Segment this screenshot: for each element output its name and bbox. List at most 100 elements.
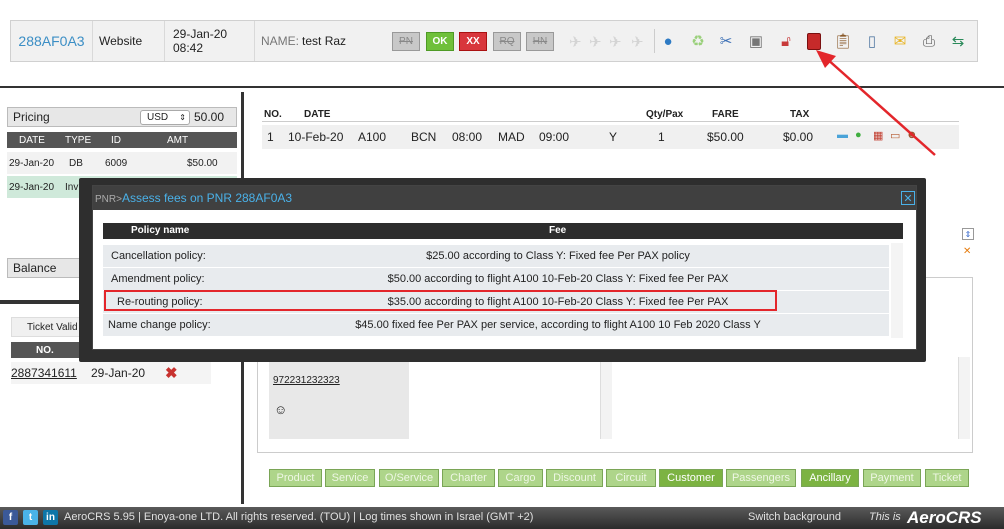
tab-service[interactable]: Service: [325, 469, 375, 487]
contact-card: 972231232323 ☺: [269, 357, 409, 439]
switch-background-link[interactable]: Switch background: [748, 511, 841, 523]
policy-fee: $50.00 according to flight A100 10-Feb-2…: [387, 273, 729, 285]
tab-circuit[interactable]: Circuit: [606, 469, 656, 487]
col-id: ID: [111, 134, 121, 146]
pnr-name: NAME: test Raz: [255, 21, 395, 61]
pnr-datetime: 29-Jan-20 08:42: [165, 21, 255, 61]
tab-cargo[interactable]: Cargo: [498, 469, 543, 487]
status-ok-button[interactable]: OK: [426, 32, 454, 51]
brand-logo: AeroCRS: [907, 508, 982, 527]
policy-fee: $45.00 fixed fee Per PAX per service, ac…: [355, 319, 761, 331]
ticket-date: 29-Jan-20: [91, 366, 146, 380]
col-tax: TAX: [790, 109, 810, 120]
status-rq-button[interactable]: RQ: [493, 32, 521, 51]
row-date: 29-Jan-20: [9, 157, 55, 169]
highlight-annotation: [104, 290, 777, 311]
row-id: 6009: [105, 157, 128, 169]
phone-number-link[interactable]: 972231232323: [273, 375, 340, 386]
agent-icon[interactable]: ☺: [274, 402, 287, 417]
toolbar-divider: [654, 29, 655, 53]
plane-icon[interactable]: ✈: [589, 33, 602, 51]
seg-class: Y: [609, 130, 618, 144]
seg-from: BCN: [411, 130, 437, 144]
currency-select[interactable]: USD ⇕: [140, 110, 190, 125]
policy-name: Amendment policy:: [111, 273, 205, 285]
tab-charter[interactable]: Charter: [442, 469, 495, 487]
pnr-source: Website: [93, 21, 165, 61]
red-arrow-annotation: [816, 50, 936, 156]
footer-text: AeroCRS 5.95 | Enoya-one LTD. All rights…: [64, 511, 534, 523]
pnr-code[interactable]: 288AF0A3: [11, 21, 93, 61]
plane-icon[interactable]: ✈: [569, 33, 582, 51]
this-is-text: This is: [869, 511, 901, 523]
ticket-number-link[interactable]: 2887341611: [11, 366, 77, 380]
tab-discount[interactable]: Discount: [546, 469, 603, 487]
close-icon[interactable]: ✕: [901, 191, 915, 205]
col-type: TYPE: [65, 134, 92, 146]
modal-title-bar: PNR>Assess fees on PNR 288AF0A3 ✕: [93, 186, 916, 210]
tab-passengers[interactable]: Passengers: [726, 469, 796, 487]
modal-title-text: Assess fees on PNR 288AF0A3: [121, 191, 293, 205]
notepad-icon[interactable]: ▣: [745, 30, 767, 52]
modal-title: PNR>Assess fees on PNR 288AF0A3: [95, 191, 292, 205]
col-fee: Fee: [549, 225, 567, 236]
seg-qty: 1: [658, 130, 665, 144]
seg-no: 1: [267, 130, 274, 144]
globe-icon[interactable]: ●: [657, 30, 679, 52]
unlock-icon[interactable]: 🔓︎: [775, 30, 797, 52]
pricing-amount: 50.00: [194, 110, 225, 124]
seg-fare: $50.00: [707, 130, 744, 144]
close-x-icon[interactable]: ✕: [963, 246, 971, 257]
status-hn-button[interactable]: HN: [526, 32, 554, 51]
pricing-table-header: DATE TYPE ID AMT: [7, 132, 237, 148]
pnr-date: 29-Jan-20: [173, 27, 228, 41]
column-divider: [600, 357, 612, 439]
table-row: 2887341611 29-Jan-20 ✖: [11, 362, 211, 384]
seg-tax: $0.00: [783, 130, 814, 144]
modal-scrollbar[interactable]: [891, 243, 903, 338]
scissors-icon[interactable]: ✂: [715, 30, 737, 52]
policy-fee: $25.00 according to Class Y: Fixed fee P…: [426, 250, 690, 262]
plane-icon[interactable]: ✈: [631, 33, 644, 51]
facebook-icon[interactable]: f: [3, 510, 18, 525]
col-fare: FARE: [712, 109, 739, 120]
table-row[interactable]: 29-Jan-20 DB 6009 $50.00: [7, 152, 237, 174]
tab-product[interactable]: Product: [269, 469, 322, 487]
row-type: Inv: [65, 181, 79, 193]
status-xx-button[interactable]: XX: [459, 32, 487, 51]
row-date: 29-Jan-20: [9, 181, 55, 193]
col-no: NO.: [264, 109, 282, 120]
pnr-time: 08:42: [173, 41, 204, 55]
seg-to: MAD: [498, 130, 525, 144]
assess-fees-modal: PNR>Assess fees on PNR 288AF0A3 ✕ Policy…: [92, 185, 917, 350]
delete-icon[interactable]: ✖: [165, 364, 178, 382]
linkedin-icon[interactable]: in: [43, 510, 58, 525]
tab-payment[interactable]: Payment: [863, 469, 921, 487]
tab-ancillary[interactable]: Ancillary: [801, 469, 859, 487]
col-date: DATE: [304, 109, 331, 120]
row-type: DB: [69, 157, 83, 169]
seg-date: 10-Feb-20: [288, 130, 344, 144]
pricing-box: Pricing USD ⇕ 50.00: [7, 107, 237, 127]
twitter-icon[interactable]: t: [23, 510, 38, 525]
tab-customer[interactable]: Customer: [659, 469, 723, 487]
scroll-arrow-icon[interactable]: ⇕: [962, 228, 974, 240]
name-label: NAME:: [261, 34, 300, 48]
col-policy-name: Policy name: [131, 225, 190, 236]
column-divider: [958, 357, 970, 439]
seg-arr: 09:00: [539, 130, 570, 144]
modal-title-prefix: PNR>: [95, 194, 122, 205]
tab-oservice[interactable]: O/Service: [379, 469, 439, 487]
row-amt: $50.00: [187, 157, 218, 169]
plane-icon[interactable]: ✈: [609, 33, 622, 51]
transfer-icon[interactable]: ⇆: [947, 30, 969, 52]
tab-ticket[interactable]: Ticket: [925, 469, 969, 487]
footer: f t in AeroCRS 5.95 | Enoya-one LTD. All…: [0, 507, 1004, 529]
policy-table-header: Policy name Fee: [103, 223, 903, 239]
pricing-label: Pricing: [13, 110, 50, 124]
recycle-icon[interactable]: ♻: [687, 30, 709, 52]
col-amt: AMT: [167, 134, 189, 146]
policy-name: Cancellation policy:: [111, 250, 206, 262]
col-qty: Qty/Pax: [646, 109, 684, 120]
status-pn-button[interactable]: PN: [392, 32, 420, 51]
